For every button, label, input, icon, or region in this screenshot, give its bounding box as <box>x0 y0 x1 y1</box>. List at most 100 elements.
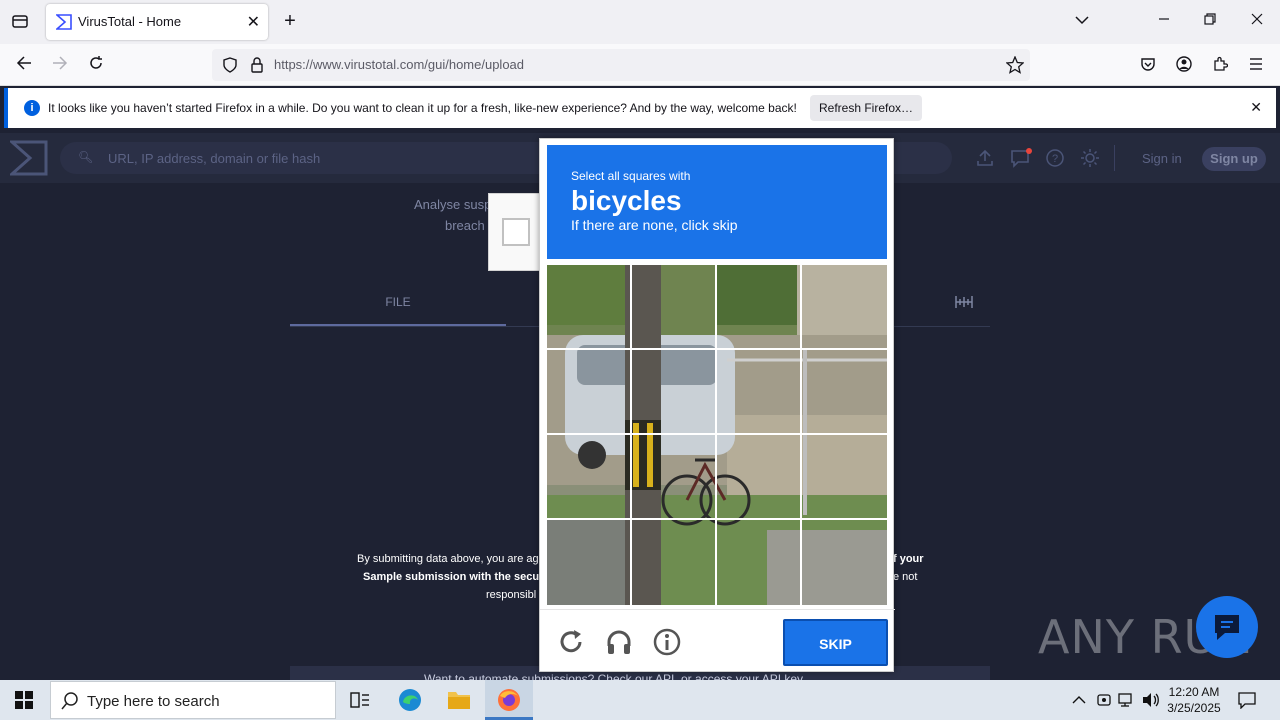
url-bar[interactable]: https://www.virustotal.com/gui/home/uplo… <box>212 49 1030 81</box>
intro-text-line2: breach <box>445 218 485 233</box>
captcha-tile[interactable] <box>802 520 886 604</box>
captcha-target: bicycles <box>571 185 682 216</box>
terms-line3-left: responsibl <box>486 589 537 601</box>
tab-close-icon[interactable]: ✕ <box>247 12 260 32</box>
volume-icon[interactable] <box>1142 692 1160 708</box>
chat-icon <box>1215 615 1239 640</box>
tab-title: VirusTotal - Home <box>78 14 182 29</box>
captcha-tile[interactable] <box>632 350 716 434</box>
show-hidden-icons-icon[interactable] <box>1072 695 1086 705</box>
browser-nav-bar: https://www.virustotal.com/gui/home/uplo… <box>0 44 1280 86</box>
menu-icon[interactable] <box>1248 56 1264 72</box>
captcha-tile[interactable] <box>547 520 631 604</box>
chat-button[interactable] <box>1196 596 1258 658</box>
edge-taskbar-button[interactable] <box>386 680 434 720</box>
skip-button[interactable]: SKIP <box>783 619 888 666</box>
refresh-icon[interactable] <box>557 628 585 656</box>
captcha-tile[interactable] <box>717 520 801 604</box>
minimize-button[interactable] <box>1154 11 1174 31</box>
terms-line2-left[interactable]: Sample submission with the secur <box>363 571 543 583</box>
file-explorer-taskbar-button[interactable] <box>435 680 483 720</box>
lock-icon[interactable] <box>250 57 264 73</box>
reload-icon[interactable] <box>86 55 106 77</box>
captcha-tile[interactable] <box>802 265 886 349</box>
captcha-tile[interactable] <box>632 265 716 349</box>
refresh-firefox-button[interactable]: Refresh Firefox… <box>810 95 922 121</box>
svg-text:?: ? <box>1052 153 1058 165</box>
clock-date: 3/25/2025 <box>1167 701 1221 715</box>
search-icon <box>61 692 78 710</box>
firefox-icon <box>498 689 520 711</box>
sign-up-button[interactable]: Sign up <box>1202 147 1266 171</box>
captcha-tile[interactable] <box>547 265 631 349</box>
virustotal-logo-icon[interactable] <box>10 140 48 176</box>
network-icon[interactable] <box>1118 692 1136 708</box>
close-window-button[interactable] <box>1247 11 1267 31</box>
browser-tab-bar: VirusTotal - Home ✕ + <box>0 0 1280 44</box>
notification-message: It looks like you haven’t started Firefo… <box>48 101 797 115</box>
folder-icon <box>448 692 470 709</box>
captcha-image-grid <box>547 265 887 605</box>
clock-time: 12:20 AM <box>1168 685 1220 699</box>
sign-in-link[interactable]: Sign in <box>1142 151 1182 166</box>
pocket-icon[interactable] <box>1140 56 1156 72</box>
captcha-tile[interactable] <box>802 350 886 434</box>
system-clock[interactable]: 12:20 AM 3/25/2025 <box>1160 684 1228 716</box>
task-view-icon <box>350 692 369 708</box>
captcha-header: Select all squares with bicycles If ther… <box>547 145 887 259</box>
action-center-icon[interactable] <box>1238 691 1256 709</box>
captcha-challenge-dialog: Select all squares with bicycles If ther… <box>539 138 895 673</box>
info-icon[interactable] <box>653 628 681 656</box>
task-view-button[interactable] <box>336 680 384 720</box>
terms-line1-left: By submitting data above, you are ag <box>357 553 539 565</box>
restore-button[interactable] <box>1200 11 1220 31</box>
captcha-instruction: Select all squares with <box>571 169 691 183</box>
terms-line1-right: f your <box>893 553 924 565</box>
taskbar-search-placeholder: Type here to search <box>87 693 220 710</box>
header-divider <box>1114 145 1115 171</box>
captcha-tile[interactable] <box>717 350 801 434</box>
firefox-notification-bar: i It looks like you haven’t started Fire… <box>4 88 1276 128</box>
captcha-tile[interactable] <box>802 435 886 519</box>
theme-toggle-icon[interactable] <box>1080 148 1100 168</box>
tab-virustotal[interactable]: VirusTotal - Home ✕ <box>46 4 268 40</box>
new-tab-button[interactable]: + <box>280 11 300 31</box>
account-icon[interactable] <box>1176 56 1192 72</box>
tab-file-label: FILE <box>385 295 411 309</box>
upload-icon[interactable] <box>976 149 994 167</box>
terms-line2-right: e not <box>893 571 918 583</box>
search-icon: 🔍︎ <box>78 150 94 164</box>
meet-now-icon[interactable] <box>1096 692 1112 708</box>
captcha-tile[interactable] <box>717 435 801 519</box>
notification-close-icon[interactable]: ✕ <box>1250 99 1262 116</box>
notifications-icon[interactable] <box>1010 148 1032 168</box>
captcha-checkbox[interactable] <box>502 218 530 246</box>
edge-icon <box>399 689 421 711</box>
captcha-checkbox-frame <box>488 193 542 271</box>
list-all-tabs-icon[interactable] <box>1072 11 1092 31</box>
url-text[interactable]: https://www.virustotal.com/gui/home/uplo… <box>274 57 524 72</box>
captcha-tile[interactable] <box>547 350 631 434</box>
windows-start-icon[interactable] <box>15 691 33 709</box>
bookmark-star-icon[interactable] <box>1006 56 1024 74</box>
captcha-tile[interactable] <box>547 435 631 519</box>
tracking-protection-shield-icon[interactable] <box>222 57 238 73</box>
captcha-hint: If there are none, click skip <box>571 217 738 233</box>
firefox-view-icon[interactable] <box>10 12 30 36</box>
taskbar-search-box[interactable]: Type here to search <box>50 681 336 719</box>
tab-file[interactable]: FILE <box>290 293 506 327</box>
extensions-icon[interactable] <box>1212 56 1228 72</box>
captcha-tile[interactable] <box>632 520 716 604</box>
windows-taskbar: Type here to search 12:20 AM 3/25/2025 <box>0 680 1280 720</box>
captcha-footer: SKIP <box>540 609 895 673</box>
captcha-tile[interactable] <box>717 265 801 349</box>
virustotal-favicon-icon <box>56 14 72 30</box>
intro-text-line1: Analyse susp <box>414 197 492 212</box>
audio-challenge-icon[interactable] <box>605 628 633 656</box>
forward-icon[interactable] <box>50 55 70 77</box>
search-tab-icon[interactable] <box>954 294 974 310</box>
back-icon[interactable] <box>14 55 34 77</box>
help-icon[interactable]: ? <box>1046 149 1064 167</box>
captcha-tile[interactable] <box>632 435 716 519</box>
firefox-taskbar-button[interactable] <box>485 680 533 720</box>
